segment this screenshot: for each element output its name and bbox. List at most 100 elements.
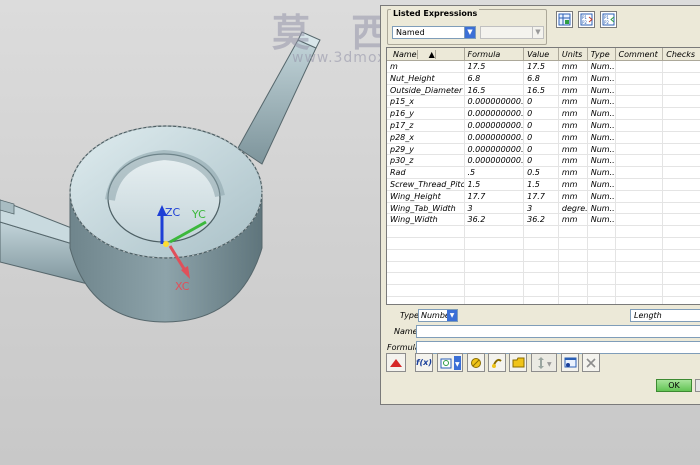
svg-text:P2: P2	[604, 20, 609, 25]
table-cell-comment	[616, 108, 664, 119]
table-cell-units: mm	[559, 131, 588, 143]
table-row[interactable]: Rad .5 0.5 mm Num...	[387, 167, 700, 179]
table-cell-value: 0	[524, 96, 559, 108]
table-row[interactable]: Screw_Thread_Pitch 1.5 1.5 mm Num...	[387, 178, 700, 191]
table-cell-value: 3	[524, 202, 559, 214]
table-cell-value: 0	[524, 155, 559, 167]
table-cell-formula: 17.5	[465, 61, 525, 72]
table-row[interactable]: p30_z 0.000000000... 0 mm Num...	[387, 155, 700, 168]
table-cell-name: Wing_Width	[387, 214, 465, 226]
table-cell-value: 0	[524, 143, 559, 155]
apply-button[interactable]	[695, 379, 700, 392]
table-cell-units: mm	[559, 119, 588, 131]
table-cell-empty	[559, 226, 588, 237]
table-cell-empty	[616, 285, 664, 296]
name-field[interactable]	[416, 325, 700, 338]
table-cell-formula: 0.000000000...	[465, 131, 525, 143]
listed-expressions-title: Listed Expressions	[391, 9, 480, 18]
chevron-down-icon[interactable]: ▼	[464, 27, 475, 38]
table-row[interactable]: p16_y 0.000000000... 0 mm Num...	[387, 108, 700, 120]
table-cell-units: mm	[559, 143, 588, 155]
table-body: m 17.5 17.5 mm Num... Nut_Height 6.8 6.8 mm Num..…	[387, 61, 700, 304]
table-row[interactable]: Wing_Tab_Width33degre...Num...	[387, 202, 700, 215]
table-cell-empty	[663, 238, 700, 249]
measure-dropdown-button[interactable]: ▼	[437, 353, 463, 372]
table-cell-value: 0	[524, 131, 559, 143]
listed-filter-select[interactable]: Named ▼	[392, 26, 476, 39]
close-icon	[586, 357, 596, 368]
link-expression-button[interactable]	[488, 353, 506, 372]
type-select[interactable]: Number ▼	[418, 309, 458, 322]
table-cell-value: 0.5	[524, 167, 559, 178]
sort-ascending-icon[interactable]: ▲	[425, 50, 436, 59]
table-cell-formula: 17.7	[465, 190, 525, 202]
table-cell-name: p15_x	[387, 96, 465, 108]
column-header-value[interactable]: Value	[524, 48, 559, 60]
edit-expression-button[interactable]	[467, 353, 485, 372]
table-cell-empty	[465, 249, 525, 261]
name-label: Name	[394, 327, 418, 336]
table-cell-formula: 0.000000000...	[465, 96, 525, 108]
function-button[interactable]: f(x)	[415, 353, 433, 372]
table-cell-type: Num...	[588, 214, 616, 226]
column-header-checks[interactable]: Checks	[663, 48, 700, 60]
table-row[interactable]: Wing_Width 36.2 36.2 mm Num...	[387, 214, 700, 227]
table-cell-empty	[524, 226, 559, 237]
table-cell-units: mm	[559, 61, 588, 72]
table-row[interactable]: p29_y 0.000000000... 0 mm Num...	[387, 143, 700, 156]
table-cell-comment	[616, 84, 664, 96]
table-cell-empty	[524, 285, 559, 296]
delete-interpart-button[interactable]	[561, 353, 579, 372]
table-cell-type: Num...	[588, 202, 616, 214]
table-cell-checks	[663, 61, 700, 72]
table-cell-value: 17.5	[524, 61, 559, 72]
spreadsheet-icon[interactable]	[556, 11, 573, 28]
table-cell-empty	[524, 296, 559, 304]
import-icon[interactable]: P1 P2	[600, 11, 617, 28]
table-cell-comment	[616, 178, 664, 190]
table-cell-empty	[524, 237, 559, 249]
export-icon[interactable]: P1 P2	[578, 11, 595, 28]
table-row[interactable]: p15_x 0.000000000... 0 mm Num...	[387, 96, 700, 109]
table-row-empty	[387, 249, 700, 262]
chevron-down-icon[interactable]: ▼	[447, 310, 457, 321]
table-cell-empty	[616, 249, 664, 261]
table-cell-empty	[559, 249, 588, 261]
table-cell-type: Num...	[588, 96, 616, 108]
column-header-name[interactable]: Name ▲	[387, 48, 465, 60]
table-row[interactable]: Outside_Diameter 16.5 16.5 mm Num...	[387, 84, 700, 97]
column-header-comment[interactable]: Comment	[616, 48, 664, 60]
table-cell-checks	[663, 73, 700, 84]
table-row[interactable]: Nut_Height 6.8 6.8 mm Num...	[387, 72, 700, 85]
delete-button[interactable]	[582, 353, 600, 372]
table-cell-empty	[387, 285, 465, 296]
table-cell-empty	[559, 296, 588, 304]
column-header-units[interactable]: Units	[559, 48, 588, 60]
table-cell-empty	[663, 285, 700, 296]
dimension-select-value: Length	[634, 311, 662, 320]
table-row[interactable]: p17_z 0.000000000... 0 mm Num...	[387, 119, 700, 132]
table-cell-checks	[663, 144, 700, 155]
table-cell-checks	[663, 167, 700, 178]
table-cell-empty	[387, 273, 465, 285]
table-cell-empty	[616, 261, 664, 273]
column-header-type[interactable]: Type	[588, 48, 616, 60]
expressions-table[interactable]: Name ▲ Formula Value Units Type Comment C…	[386, 47, 700, 305]
table-row[interactable]: m 17.5 17.5 mm Num...	[387, 61, 700, 73]
table-row-empty	[387, 237, 700, 250]
column-header-formula[interactable]: Formula	[465, 48, 525, 60]
svg-text:▼: ▼	[455, 361, 460, 368]
table-cell-empty	[559, 285, 588, 296]
dimension-select[interactable]: Length	[630, 309, 700, 322]
table-cell-formula: 0.000000000...	[465, 119, 525, 131]
collapse-up-button[interactable]	[386, 353, 406, 372]
table-row[interactable]: p28_x 0.000000000... 0 mm Num...	[387, 131, 700, 144]
table-row[interactable]: Wing_Height 17.7 17.7 mm Num...	[387, 190, 700, 203]
edit-icon	[471, 357, 481, 368]
table-cell-units: mm	[559, 155, 588, 167]
table-cell-name: Nut_Height	[387, 72, 465, 84]
axis-label-zc: ZC	[165, 206, 181, 219]
table-cell-checks	[663, 155, 700, 166]
ok-button[interactable]: OK	[656, 379, 692, 392]
open-folder-button[interactable]	[509, 353, 527, 372]
